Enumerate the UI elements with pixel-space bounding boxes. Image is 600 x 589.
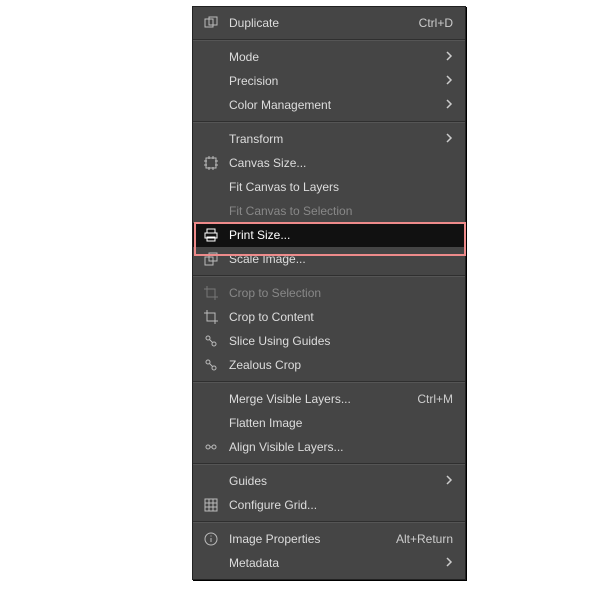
menu-item-image-properties[interactable]: Image Properties Alt+Return [193, 527, 465, 551]
image-context-menu: Duplicate Ctrl+D ModePrecisionColor Manage… [192, 6, 466, 580]
menu-item-label: Crop to Content [229, 305, 453, 329]
menu-separator [193, 39, 465, 41]
blank-icon [203, 97, 219, 113]
menu-separator [193, 275, 465, 277]
canvas-icon [203, 155, 219, 171]
menu-item-shortcut: Ctrl+M [417, 387, 453, 411]
duplicate-icon [203, 15, 219, 31]
menu-item-flatten[interactable]: Flatten Image [193, 411, 465, 435]
menu-item-precision[interactable]: Precision [193, 69, 465, 93]
menu-item-label: Align Visible Layers... [229, 435, 453, 459]
menu-item-label: Image Properties [229, 527, 388, 551]
menu-separator [193, 463, 465, 465]
menu-item-label: Canvas Size... [229, 151, 453, 175]
menu-item-label: Zealous Crop [229, 353, 453, 377]
menu-item-fit-canvas-layers[interactable]: Fit Canvas to Layers [193, 175, 465, 199]
menu-item-duplicate[interactable]: Duplicate Ctrl+D [193, 11, 465, 35]
print-icon [203, 227, 219, 243]
menu-item-label: Fit Canvas to Selection [229, 199, 453, 223]
blank-icon [203, 391, 219, 407]
menu-item-print-size[interactable]: Print Size... [193, 223, 465, 247]
menu-item-label: Flatten Image [229, 411, 453, 435]
scale-icon [203, 251, 219, 267]
blank-icon [203, 179, 219, 195]
menu-item-align-visible[interactable]: Align Visible Layers... [193, 435, 465, 459]
menu-item-crop-to-selection: Crop to Selection [193, 281, 465, 305]
chevron-right-icon [445, 45, 453, 69]
menu-item-shortcut: Alt+Return [396, 527, 453, 551]
menu-item-configure-grid[interactable]: Configure Grid... [193, 493, 465, 517]
blank-icon [203, 203, 219, 219]
blank-icon [203, 415, 219, 431]
chevron-right-icon [445, 127, 453, 151]
menu-item-label: Color Management [229, 93, 437, 117]
menu-item-label: Configure Grid... [229, 493, 453, 517]
menu-item-label: Slice Using Guides [229, 329, 453, 353]
blank-icon [203, 49, 219, 65]
menu-item-color-management[interactable]: Color Management [193, 93, 465, 117]
align-icon [203, 439, 219, 455]
blank-icon [203, 131, 219, 147]
menu-separator [193, 381, 465, 383]
menu-item-fit-canvas-selection: Fit Canvas to Selection [193, 199, 465, 223]
menu-item-slice-using-guides[interactable]: Slice Using Guides [193, 329, 465, 353]
grid-icon [203, 497, 219, 513]
menu-item-label: Metadata [229, 551, 437, 575]
menu-item-crop-to-content[interactable]: Crop to Content [193, 305, 465, 329]
menu-item-label: Duplicate [229, 11, 411, 35]
blank-icon [203, 473, 219, 489]
menu-item-canvas-size[interactable]: Canvas Size... [193, 151, 465, 175]
slice-icon [203, 333, 219, 349]
menu-item-guides[interactable]: Guides [193, 469, 465, 493]
blank-icon [203, 73, 219, 89]
menu-separator [193, 121, 465, 123]
menu-item-shortcut: Ctrl+D [419, 11, 453, 35]
menu-item-label: Merge Visible Layers... [229, 387, 409, 411]
menu-item-transform[interactable]: Transform [193, 127, 465, 151]
info-icon [203, 531, 219, 547]
menu-item-label: Transform [229, 127, 437, 151]
chevron-right-icon [445, 69, 453, 93]
menu-separator [193, 521, 465, 523]
menu-item-label: Scale Image... [229, 247, 453, 271]
menu-item-merge-visible[interactable]: Merge Visible Layers... Ctrl+M [193, 387, 465, 411]
blank-icon [203, 555, 219, 571]
chevron-right-icon [445, 469, 453, 493]
chevron-right-icon [445, 551, 453, 575]
chevron-right-icon [445, 93, 453, 117]
crop-icon [203, 285, 219, 301]
menu-item-label: Mode [229, 45, 437, 69]
menu-item-metadata[interactable]: Metadata [193, 551, 465, 575]
menu-item-scale-image[interactable]: Scale Image... [193, 247, 465, 271]
menu-item-mode[interactable]: Mode [193, 45, 465, 69]
menu-item-label: Fit Canvas to Layers [229, 175, 453, 199]
crop-icon [203, 309, 219, 325]
slice-icon [203, 357, 219, 373]
menu-item-label: Crop to Selection [229, 281, 453, 305]
menu-item-label: Guides [229, 469, 437, 493]
menu-item-zealous-crop[interactable]: Zealous Crop [193, 353, 465, 377]
menu-item-label: Print Size... [229, 223, 453, 247]
menu-item-label: Precision [229, 69, 437, 93]
